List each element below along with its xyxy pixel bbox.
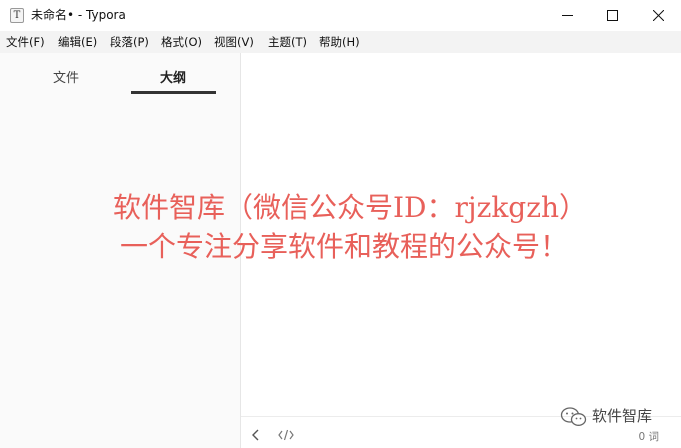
title-bar: T 未命名• - Typora	[0, 0, 681, 31]
menu-theme[interactable]: 主题(T)	[268, 31, 307, 53]
menu-file[interactable]: 文件(F)	[6, 31, 45, 53]
menu-paragraph[interactable]: 段落(P)	[110, 31, 149, 53]
overlay-text-line-1: 软件智库（微信公众号ID：rjzkgzh）	[113, 191, 588, 224]
close-button[interactable]	[635, 0, 681, 31]
menu-format[interactable]: 格式(O)	[161, 31, 202, 53]
minimize-button[interactable]	[544, 0, 590, 31]
maximize-button[interactable]	[589, 0, 635, 31]
watermark-text: 软件智库	[592, 407, 653, 425]
word-count[interactable]: 0 词	[638, 429, 659, 444]
wechat-icon	[560, 407, 587, 426]
chevron-left-icon	[252, 429, 259, 441]
window-title: 未命名• - Typora	[31, 8, 126, 22]
code-icon	[278, 429, 294, 441]
typora-app-icon: T	[10, 8, 24, 23]
tab-files[interactable]: 文件	[53, 67, 79, 86]
menu-edit[interactable]: 编辑(E)	[58, 31, 97, 53]
toggle-sidebar-button[interactable]	[251, 426, 261, 445]
minimize-icon	[562, 15, 573, 16]
menu-help[interactable]: 帮助(H)	[319, 31, 360, 53]
close-icon	[653, 10, 664, 21]
active-tab-indicator	[131, 91, 216, 94]
overlay-text-line-2: 一个专注分享软件和教程的公众号！	[120, 230, 569, 263]
menu-bar: 文件(F) 编辑(E) 段落(P) 格式(O) 视图(V) 主题(T) 帮助(H…	[0, 31, 681, 53]
menu-view[interactable]: 视图(V)	[214, 31, 254, 53]
maximize-icon	[607, 10, 618, 21]
tab-outline[interactable]: 大纲	[160, 67, 186, 86]
source-mode-button[interactable]	[278, 426, 294, 445]
